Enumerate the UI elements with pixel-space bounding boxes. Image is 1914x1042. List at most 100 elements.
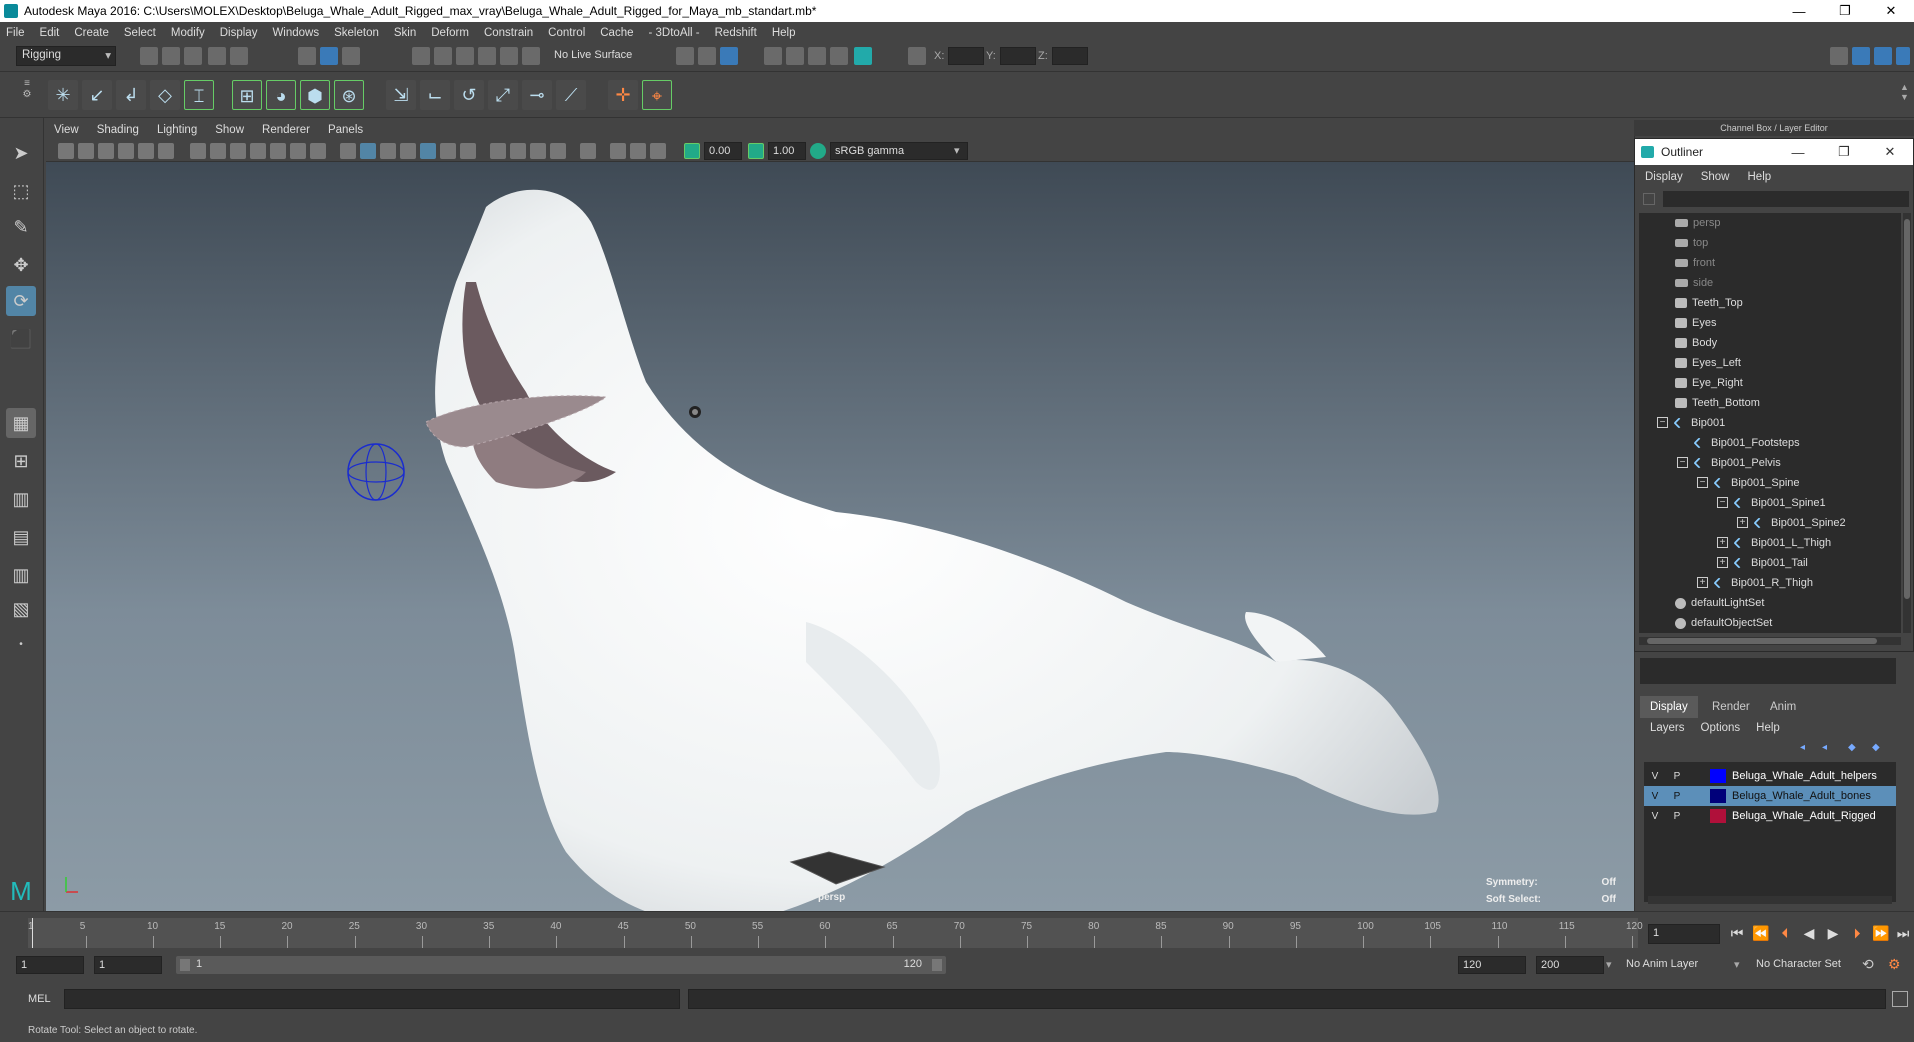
layer-display-type-toggle[interactable] [1688,789,1706,803]
perspective-viewport[interactable]: Symmetry: Off Soft Select: Off persp [46,162,1634,911]
y-field[interactable] [1000,47,1036,65]
expand-icon[interactable]: + [1717,537,1728,548]
orient-joint-icon[interactable]: ⌶ [184,80,214,110]
menu-constrain[interactable]: Constrain [484,27,533,39]
current-frame-field[interactable]: 1 [1648,924,1720,944]
toggle-channel-box-icon[interactable] [1874,47,1892,65]
gamma-field[interactable]: 1.00 [768,142,806,160]
outliner-item[interactable]: Bip001_R_Thigh [1713,573,1813,593]
outliner-item[interactable]: Bip001_L_Thigh [1733,533,1831,553]
step-forward-frame-icon[interactable]: ⏵ [1848,924,1866,942]
shadows-icon[interactable] [460,143,476,159]
save-scene-icon[interactable] [184,47,202,65]
anim-layer-chevron-icon[interactable]: ▾ [1734,958,1740,971]
film-gate-icon[interactable] [210,143,226,159]
snap-point-icon[interactable] [456,47,474,65]
layer-color-swatch[interactable] [1710,769,1726,783]
undo-icon[interactable] [208,47,226,65]
close-button[interactable]: ✕ [1868,0,1914,22]
new-layer-selected-icon[interactable]: ◆ [1872,742,1886,754]
anim-layer-dropdown[interactable]: No Anim Layer [1622,956,1732,974]
wireframe-icon[interactable] [340,143,356,159]
outliner-item[interactable]: Bip001_Spine2 [1753,513,1846,533]
outliner-search-input[interactable] [1663,191,1909,207]
transform-field-icon[interactable] [908,47,926,65]
smooth-shade-icon[interactable] [360,143,376,159]
menu-redshift[interactable]: Redshift [715,27,757,39]
layer-list-scrollbar[interactable] [1648,896,1892,904]
color-management-icon[interactable] [810,143,826,159]
outliner-item[interactable]: Teeth_Bottom [1675,393,1760,413]
current-time-marker[interactable] [32,918,33,948]
menu-create[interactable]: Create [74,27,109,39]
outliner-item[interactable]: Eyes [1675,313,1716,333]
layer-color-swatch[interactable] [1710,789,1726,803]
layer-display-type-toggle[interactable] [1688,809,1706,823]
menu-skin[interactable]: Skin [394,27,416,39]
layer-menu-layers[interactable]: Layers [1650,722,1685,734]
layer-color-swatch[interactable] [1710,809,1726,823]
end-dropdown-chevron-icon[interactable]: ▾ [1606,958,1612,971]
field-chart-icon[interactable] [270,143,286,159]
color-space-dropdown[interactable]: sRGB gamma [830,142,968,160]
play-backwards-icon[interactable]: ◀ [1800,924,1818,942]
tab-render[interactable]: Render [1702,696,1760,718]
resolution-gate-icon[interactable] [230,143,246,159]
minimize-button[interactable]: — [1776,0,1822,22]
lasso-tool-icon[interactable]: ⬚ [6,176,36,206]
viewport-menu-panels[interactable]: Panels [328,124,363,136]
expand-icon[interactable]: + [1697,577,1708,588]
toggle-attribute-editor-icon[interactable] [1852,47,1870,65]
interactive-bind-icon[interactable]: ◕ [266,80,296,110]
menu-edit[interactable]: Edit [40,27,60,39]
menu-modify[interactable]: Modify [171,27,205,39]
snap-surface-icon[interactable] [500,47,518,65]
menu-cache[interactable]: Cache [600,27,633,39]
animation-end-field[interactable]: 200 [1536,956,1604,974]
viewport-menu-view[interactable]: View [54,124,79,136]
menu-file[interactable]: File [6,27,25,39]
cluster-icon[interactable]: ⊛ [334,80,364,110]
time-ruler[interactable]: 1 5 10 15 20 25 30 35 40 45 50 55 60 65 70 75 80 85 90 95 10… [28,918,1643,948]
outliner-item[interactable]: Bip001 [1673,413,1725,433]
range-slider[interactable]: 1 120 [176,956,946,974]
four-view-layout-icon[interactable]: ⊞ [6,446,36,476]
default-material-icon[interactable] [380,143,396,159]
collapse-icon[interactable]: − [1657,417,1668,428]
animation-start-field[interactable]: 1 [16,956,84,974]
new-scene-icon[interactable] [140,47,158,65]
outliner-item[interactable]: side [1675,273,1713,293]
tab-display[interactable]: Display [1640,696,1698,718]
gate-mask-icon[interactable] [250,143,266,159]
playback-end-field[interactable]: 120 [1458,956,1526,974]
layer-playback-toggle[interactable]: P [1666,811,1688,822]
menu-select[interactable]: Select [124,27,156,39]
open-scene-icon[interactable] [162,47,180,65]
outliner-item[interactable]: persp [1675,213,1721,233]
layout-more-icon[interactable]: • [6,630,36,660]
layer-visibility-toggle[interactable]: V [1644,771,1666,782]
viewport-menu-shading[interactable]: Shading [97,124,139,136]
outliner-item[interactable]: Teeth_Top [1675,293,1743,313]
animation-prefs-icon[interactable]: ⚙ [1888,956,1906,974]
hud-toggle-icon[interactable] [650,143,666,159]
isolate-select-icon[interactable] [580,143,596,159]
menu-windows[interactable]: Windows [272,27,319,39]
single-perspective-layout-icon[interactable]: ▦ [6,408,36,438]
z-field[interactable] [1052,47,1088,65]
range-end-handle[interactable] [932,959,942,971]
ik-handle-icon[interactable]: ↙ [82,80,112,110]
playback-start-field[interactable]: 1 [94,956,162,974]
layer-menu-help[interactable]: Help [1756,722,1780,734]
render-current-icon[interactable] [786,47,804,65]
render-view-icon[interactable] [764,47,782,65]
use-all-lights-icon[interactable] [440,143,456,159]
exposure-field[interactable]: 0.00 [704,142,742,160]
two-d-pan-icon[interactable] [138,143,154,159]
tab-anim[interactable]: Anim [1760,696,1806,718]
constraint-scale-icon[interactable]: ⤢ [488,80,518,110]
outliner-menu-show[interactable]: Show [1701,171,1730,183]
shelf-menu-icon[interactable]: ≡ ⚙ [20,78,34,112]
step-back-key-icon[interactable]: ⏪ [1752,924,1770,942]
outliner-item[interactable]: Bip001_Spine [1713,473,1800,493]
